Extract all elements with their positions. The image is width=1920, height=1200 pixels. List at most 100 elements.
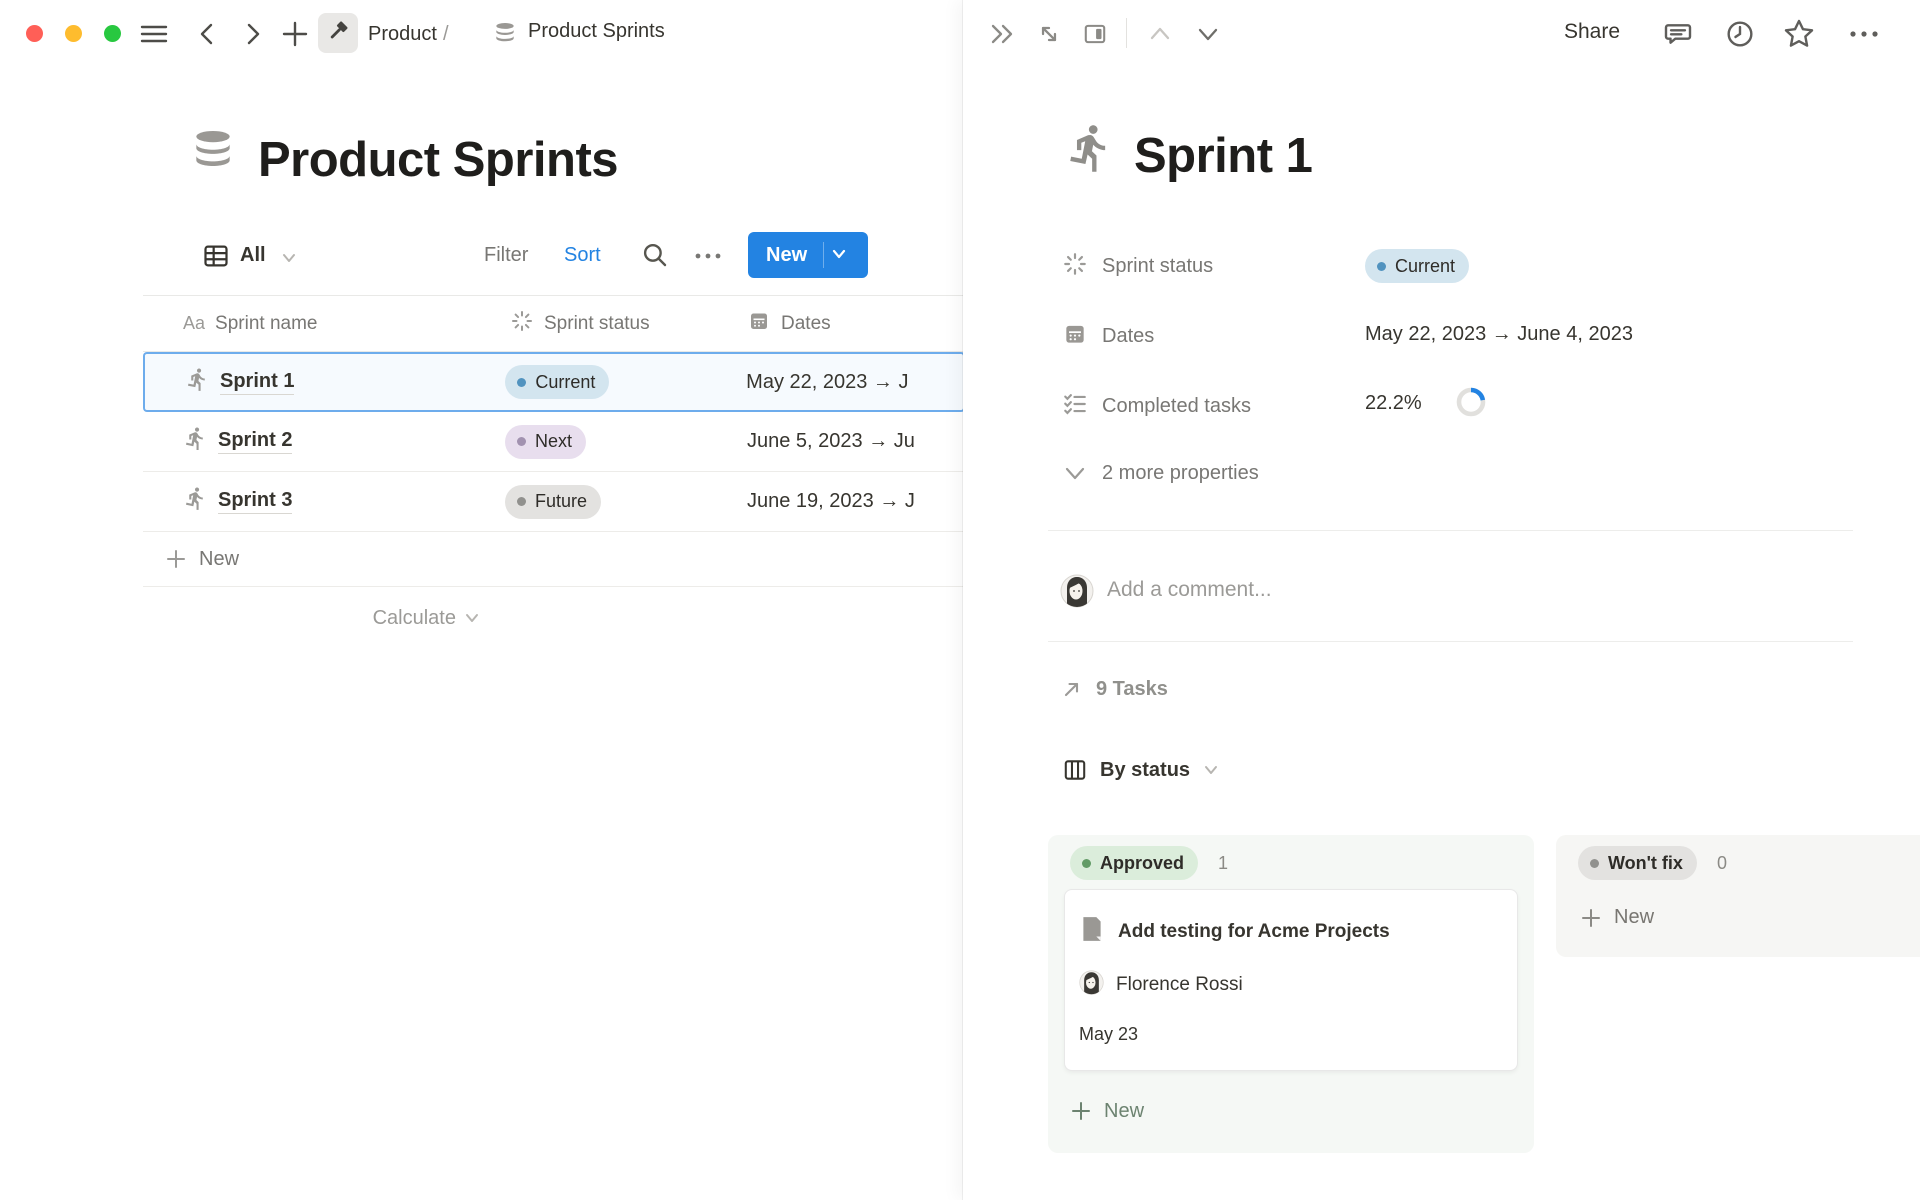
task-card[interactable]: Add testing for Acme Projects Florence R…	[1064, 889, 1518, 1071]
progress-ring	[1455, 386, 1487, 423]
page-icon	[1079, 915, 1105, 948]
card-date: May 23	[1065, 1000, 1517, 1045]
calculate-button[interactable]: Calculate	[143, 587, 486, 649]
plus-icon	[165, 548, 187, 570]
expand-page-icon[interactable]	[1036, 21, 1062, 47]
checklist-icon	[1062, 391, 1088, 422]
previous-record-chevron-up-icon[interactable]	[1146, 23, 1174, 45]
board-group-count: 1	[1218, 853, 1228, 874]
runner-icon	[183, 426, 208, 457]
plus-icon	[1070, 1100, 1092, 1122]
sort-button[interactable]: Sort	[564, 244, 601, 267]
table-row[interactable]: Sprint 2 Next June 5, 2023 → Ju	[143, 412, 965, 472]
chevron-down-icon	[464, 611, 480, 625]
property-row-completed-tasks[interactable]: Completed tasks	[1062, 380, 1251, 432]
table-row[interactable]: Sprint 1 Current May 22, 2023 → J	[143, 352, 965, 412]
column-header-sprint-name[interactable]: Aa Sprint name	[143, 313, 486, 335]
dates-value[interactable]: May 22, 2023 → J	[746, 371, 908, 393]
breadcrumb-page[interactable]: Product Sprints	[528, 20, 665, 43]
table-row[interactable]: Sprint 3 Future June 19, 2023 → J	[143, 472, 965, 532]
filter-button[interactable]: Filter	[484, 244, 528, 267]
assignee-avatar	[1079, 970, 1104, 1000]
column-header-sprint-status[interactable]: Sprint status	[486, 309, 731, 339]
side-peek-mode-icon[interactable]	[1082, 21, 1108, 47]
record-title[interactable]: Sprint 1	[1134, 128, 1312, 184]
runner-icon	[183, 486, 208, 517]
section-divider	[1048, 530, 1853, 531]
section-divider	[1048, 641, 1853, 642]
board-new-card-button-wont-fix[interactable]: New	[1580, 906, 1920, 929]
board-group-count: 0	[1717, 853, 1727, 874]
search-icon[interactable]	[640, 240, 670, 270]
table-view-icon	[202, 242, 230, 270]
table-new-row-button[interactable]: New	[143, 532, 965, 587]
workspace-app-tile[interactable]	[318, 13, 358, 53]
status-badge[interactable]: Current	[505, 365, 609, 399]
calendar-icon	[747, 309, 771, 339]
sprint-name[interactable]: Sprint 1	[220, 370, 294, 395]
status-badge[interactable]: Future	[505, 485, 601, 519]
back-icon[interactable]	[194, 20, 220, 48]
arrow-up-right-icon	[1060, 677, 1084, 701]
new-record-button[interactable]: New	[748, 232, 868, 278]
plus-icon	[1580, 907, 1602, 929]
view-options-ellipsis-icon[interactable]	[692, 250, 724, 262]
side-peek-panel: Share Sprint 1 Sprint status Current	[963, 0, 1920, 1200]
table-header-row: Aa Sprint name Sprint status Dates	[143, 295, 965, 352]
next-record-chevron-down-icon[interactable]	[1194, 23, 1222, 45]
board-group-badge[interactable]: Approved	[1070, 846, 1198, 880]
board-view-icon	[1062, 757, 1088, 783]
view-chevron-down-icon[interactable]	[280, 250, 298, 266]
board-column-wont-fix: Won't fix 0 New	[1556, 835, 1920, 957]
column-header-dates[interactable]: Dates	[731, 309, 965, 339]
new-page-plus-icon[interactable]	[280, 19, 310, 49]
sidebar-menu-icon[interactable]	[140, 22, 168, 46]
notion-window: Product / Product Sprints Product Sprint…	[0, 0, 1920, 1200]
dates-value[interactable]: June 19, 2023 → J	[747, 490, 915, 512]
board-new-card-button-approved[interactable]: New	[1070, 1095, 1144, 1127]
page-icon-runner[interactable]	[1064, 122, 1116, 179]
completed-tasks-value[interactable]: 22.2%	[1365, 392, 1422, 415]
dates-value[interactable]: June 5, 2023 → Ju	[747, 430, 915, 452]
add-comment-input[interactable]: Add a comment...	[1107, 578, 1272, 602]
sprints-table: Aa Sprint name Sprint status Dates	[143, 295, 965, 649]
breadcrumb: Product /	[368, 20, 455, 48]
share-button[interactable]: Share	[1564, 20, 1620, 44]
window-minimize-button[interactable]	[65, 25, 82, 42]
status-spinner-icon	[510, 309, 534, 339]
window-close-button[interactable]	[26, 25, 43, 42]
board-group-badge[interactable]: Won't fix	[1578, 846, 1697, 880]
card-assignee: Florence Rossi	[1116, 974, 1243, 996]
status-badge[interactable]: Next	[505, 425, 586, 459]
sprint-name[interactable]: Sprint 2	[218, 429, 292, 454]
more-properties-toggle[interactable]: 2 more properties	[1062, 450, 1259, 496]
breadcrumb-separator: /	[443, 23, 449, 46]
board-view-selector[interactable]: By status	[1062, 752, 1220, 788]
chevron-down-icon	[1202, 762, 1220, 778]
runner-icon	[185, 367, 210, 398]
favorite-star-icon[interactable]	[1782, 17, 1816, 51]
dates-value[interactable]: May 22, 2023 → June 4, 2023	[1365, 323, 1633, 346]
window-zoom-button[interactable]	[104, 25, 121, 42]
close-peek-double-chevron-icon[interactable]	[988, 20, 1018, 48]
database-icon	[492, 21, 518, 47]
breadcrumb-workspace[interactable]: Product	[368, 23, 437, 46]
new-record-label: New	[748, 244, 807, 267]
title-type-icon: Aa	[183, 313, 205, 334]
updates-clock-icon[interactable]	[1724, 18, 1756, 50]
card-title: Add testing for Acme Projects	[1118, 921, 1390, 943]
chevron-down-icon	[1062, 462, 1088, 484]
page-title-database-icon	[188, 126, 238, 183]
more-ellipsis-icon[interactable]	[1847, 28, 1881, 40]
forward-icon[interactable]	[240, 20, 266, 48]
property-row-sprint-status[interactable]: Sprint status	[1062, 240, 1213, 292]
sprint-name[interactable]: Sprint 3	[218, 489, 292, 514]
status-spinner-icon	[1062, 251, 1088, 282]
linked-tasks-view[interactable]: 9 Tasks	[1060, 674, 1168, 704]
view-tab-all[interactable]: All	[240, 244, 266, 267]
status-badge[interactable]: Current	[1365, 249, 1469, 283]
hammer-icon	[325, 18, 351, 49]
property-row-dates[interactable]: Dates	[1062, 310, 1154, 362]
comments-icon[interactable]	[1662, 18, 1694, 50]
user-avatar	[1060, 574, 1094, 613]
